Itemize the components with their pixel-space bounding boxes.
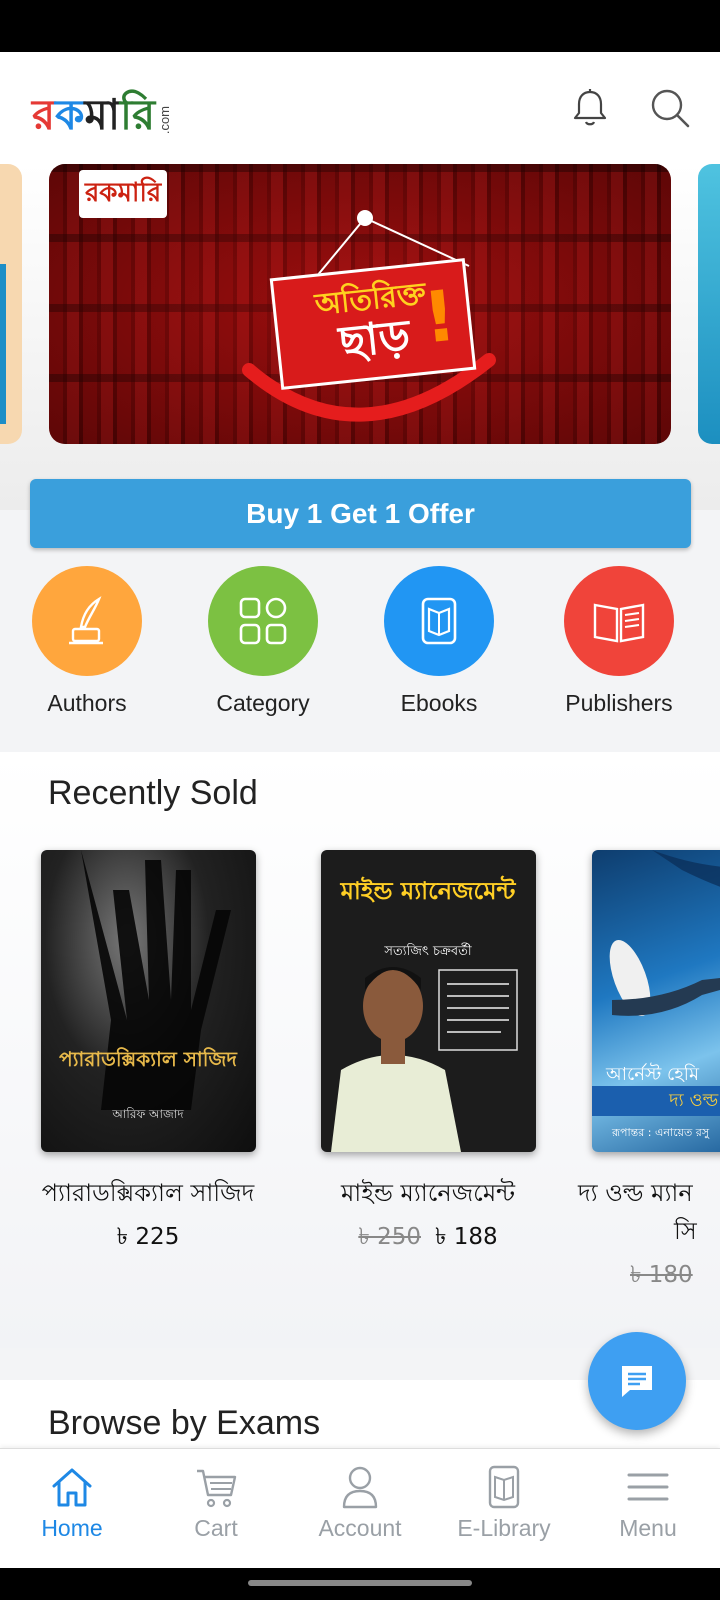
gesture-navigation-bar — [0, 1568, 720, 1600]
book-card[interactable]: মাইন্ড ম্যানেজমেন্ট সত্যজিৎ চক্রবর্তী মা… — [312, 850, 544, 1257]
cover-author: রূপান্তর : এনায়েত রসু — [612, 1126, 710, 1139]
logo-suffix: .com — [157, 105, 173, 134]
top-app-bar: রকমারি .com — [0, 52, 720, 164]
status-bar — [0, 0, 720, 52]
quick-link-label: Ebooks — [400, 690, 478, 716]
book-cover[interactable]: প্যারাডক্সিক্যাল সাজিদ আরিফ আজাদ — [40, 850, 256, 1152]
chat-icon — [622, 1366, 652, 1397]
sign-line-2: ছাড় — [336, 310, 413, 369]
account-icon — [342, 1466, 378, 1509]
author-portrait-graphic — [330, 967, 518, 1152]
promo-carousel[interactable]: রকমারি অতিরিক্ত ছাড় ! — [0, 164, 720, 510]
book-price: ৳ 250 ৳ 188 — [312, 1218, 544, 1257]
book-title-line-1: দ্য ওল্ড ম্যান — [578, 1179, 693, 1207]
nav-e-library[interactable]: E-Library — [432, 1465, 576, 1542]
quick-link-label: Authors — [47, 690, 127, 716]
chat-button[interactable] — [588, 1332, 686, 1430]
next-banner-peek[interactable] — [698, 164, 720, 444]
nav-label: E-Library — [457, 1515, 551, 1541]
book-title[interactable]: প্যারাডক্সিক্যাল সাজিদ — [32, 1174, 264, 1212]
cart-icon — [197, 1469, 237, 1508]
nav-label: Menu — [619, 1515, 677, 1541]
e-library-icon — [488, 1465, 520, 1509]
section-title: Browse by Exams — [48, 1404, 321, 1442]
app-screen: রকমারি .com রকমারি অতিরিক্ত ছাড় ! Buy 1… — [0, 52, 720, 1568]
previous-banner-peek[interactable] — [0, 164, 22, 444]
original-price: ৳ 180 — [630, 1262, 693, 1288]
nav-home[interactable]: Home — [0, 1465, 144, 1542]
book-card[interactable]: আর্নেস্ট হেমি দ্য ওল্ড ম্যান এন্ড রূপান্… — [578, 850, 720, 1295]
grid-icon — [208, 566, 318, 676]
book-title[interactable]: দ্য ওল্ড ম্যান সি — [578, 1174, 720, 1250]
search-icon[interactable] — [648, 86, 692, 130]
quick-link-label: Category — [216, 690, 310, 716]
nav-label: Account — [318, 1515, 402, 1541]
quill-inkpot-icon — [32, 566, 142, 676]
logo-text: রকমারি — [32, 90, 156, 139]
open-book-icon — [564, 566, 674, 676]
book-cover[interactable]: আর্নেস্ট হেমি দ্য ওল্ড ম্যান এন্ড রূপান্… — [592, 850, 720, 1152]
cover-subtitle: দ্য ওল্ড ম্যান এন্ড — [592, 1086, 720, 1116]
nav-menu[interactable]: Menu — [576, 1465, 720, 1542]
ebook-reader-icon — [384, 566, 494, 676]
book-price: ৳ 225 — [32, 1218, 264, 1257]
home-gesture-handle[interactable] — [248, 1580, 472, 1586]
nav-label: Home — [41, 1515, 103, 1541]
quick-link-ebooks[interactable]: Ebooks — [364, 566, 514, 717]
quick-link-publishers[interactable]: Publishers — [544, 566, 694, 717]
nav-cart[interactable]: Cart — [144, 1465, 288, 1542]
quick-link-category[interactable]: Category — [188, 566, 338, 717]
sign-exclamation: ! — [419, 274, 460, 360]
home-icon — [52, 1468, 92, 1507]
current-price: ৳ 225 — [116, 1224, 180, 1250]
quick-link-label: Publishers — [565, 690, 673, 716]
book-title-line-2: সি — [674, 1217, 697, 1245]
original-price: ৳ 250 — [358, 1224, 421, 1250]
book-card[interactable]: প্যারাডক্সিক্যাল সাজিদ আরিফ আজাদ প্যারাড… — [32, 850, 264, 1257]
rokomari-logo[interactable]: রকমারি .com — [32, 82, 172, 136]
buy-one-get-one-button[interactable]: Buy 1 Get 1 Offer — [30, 479, 691, 548]
bottom-navigation: Home Cart Account E-Library Menu — [0, 1448, 720, 1568]
book-cover[interactable]: মাইন্ড ম্যানেজমেন্ট সত্যজিৎ চক্রবর্তী — [320, 850, 536, 1152]
promo-banner[interactable]: রকমারি অতিরিক্ত ছাড় ! — [49, 164, 671, 444]
recently-sold-section: Recently Sold প্যারাডক্সিক্যাল সাজিদ আরি… — [0, 752, 720, 1348]
book-price: ৳ 180 — [630, 1256, 720, 1295]
current-price: ৳ 188 — [435, 1224, 498, 1250]
nav-account[interactable]: Account — [288, 1465, 432, 1542]
cover-author: আরিফ আজাদ — [112, 1107, 184, 1121]
book-title[interactable]: মাইন্ড ম্যানেজমেন্ট — [312, 1174, 544, 1212]
bell-icon[interactable] — [568, 86, 612, 130]
section-title: Recently Sold — [48, 774, 258, 812]
quick-link-authors[interactable]: Authors — [12, 566, 162, 717]
menu-icon — [627, 1473, 669, 1501]
discount-sign: অতিরিক্ত ছাড় ! — [269, 258, 477, 390]
quick-links: Authors Category Ebooks Publishers — [0, 566, 720, 752]
nav-label: Cart — [194, 1515, 238, 1541]
cover-title: প্যারাডক্সিক্যাল সাজিদ — [59, 1047, 237, 1071]
